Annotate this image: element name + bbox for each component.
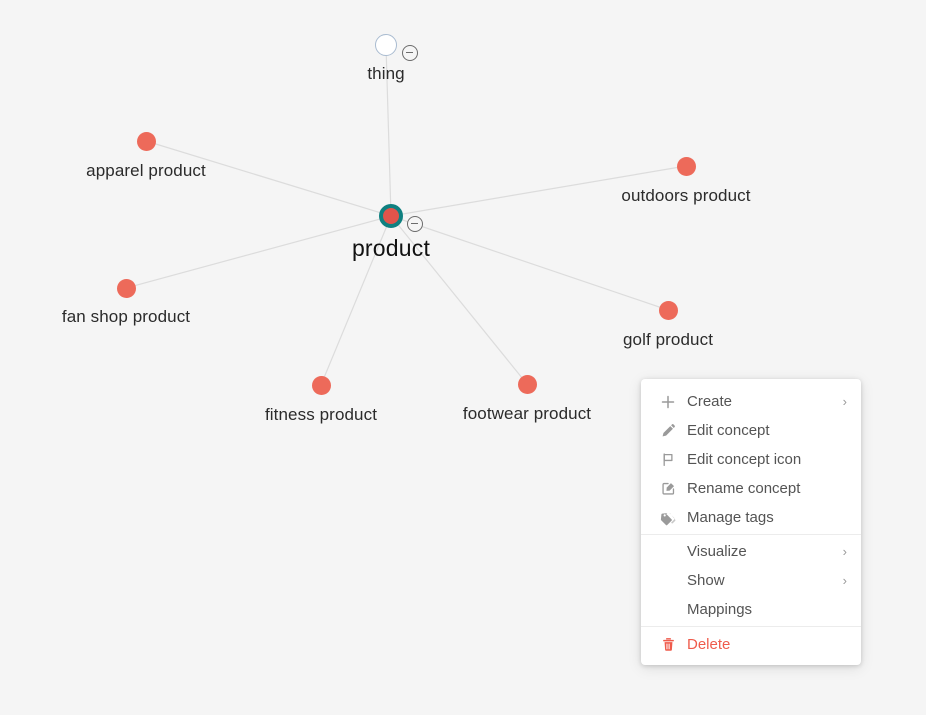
graph-node-apparel[interactable] bbox=[136, 131, 156, 151]
menu-item-label: Visualize bbox=[687, 543, 747, 560]
graph-edge bbox=[390, 165, 687, 217]
menu-item-label: Create bbox=[687, 393, 733, 410]
graph-edge bbox=[125, 215, 392, 289]
flag-icon bbox=[659, 451, 677, 469]
rename-icon bbox=[659, 480, 677, 498]
menu-item-label: Rename concept bbox=[687, 480, 801, 497]
menu-item-mappings[interactable]: Mappings bbox=[641, 595, 861, 624]
menu-item-edit-concept-icon[interactable]: Edit concept icon bbox=[641, 445, 861, 474]
graph-edge bbox=[320, 215, 392, 386]
menu-item-create[interactable]: Create › bbox=[641, 387, 861, 416]
pencil-icon bbox=[659, 422, 677, 440]
graph-node-product[interactable] bbox=[379, 204, 403, 228]
menu-item-edit-concept[interactable]: Edit concept bbox=[641, 416, 861, 445]
menu-item-manage-tags[interactable]: Manage tags bbox=[641, 503, 861, 532]
graph-node-thing[interactable] bbox=[375, 34, 397, 56]
graph-edge bbox=[390, 215, 528, 385]
graph-node-golf[interactable] bbox=[658, 300, 678, 320]
collapse-toggle-thing[interactable] bbox=[402, 45, 418, 61]
menu-group: Visualize › Show › Mappings bbox=[641, 534, 861, 626]
menu-item-rename-concept[interactable]: Rename concept bbox=[641, 474, 861, 503]
menu-item-delete[interactable]: Delete bbox=[641, 630, 861, 659]
graph-edge bbox=[145, 140, 392, 217]
menu-item-label: Manage tags bbox=[687, 509, 774, 526]
menu-group: Delete bbox=[641, 626, 861, 665]
tag-icon bbox=[659, 509, 677, 527]
trash-icon bbox=[659, 636, 677, 654]
menu-group: Create › Edit concept Edit concept icon Rena… bbox=[641, 385, 861, 534]
chevron-right-icon: › bbox=[842, 573, 847, 588]
context-menu[interactable]: Create › Edit concept Edit concept icon Rena… bbox=[641, 379, 861, 665]
graph-node-fitness[interactable] bbox=[311, 375, 331, 395]
graph-edge bbox=[390, 215, 669, 311]
menu-item-label: Delete bbox=[687, 636, 731, 653]
menu-item-label: Edit concept icon bbox=[687, 451, 802, 468]
graph-edge bbox=[385, 44, 392, 217]
menu-item-label: Edit concept bbox=[687, 422, 770, 439]
menu-item-show[interactable]: Show › bbox=[641, 566, 861, 595]
plus-icon bbox=[659, 393, 677, 411]
chevron-right-icon: › bbox=[842, 544, 847, 559]
menu-item-label: Mappings bbox=[687, 601, 753, 618]
menu-item-label: Show bbox=[687, 572, 725, 589]
graph-node-footwear[interactable] bbox=[517, 374, 537, 394]
chevron-right-icon: › bbox=[842, 394, 847, 409]
menu-item-visualize[interactable]: Visualize › bbox=[641, 537, 861, 566]
collapse-toggle-product[interactable] bbox=[407, 216, 423, 232]
graph-node-fanshop[interactable] bbox=[116, 278, 136, 298]
graph-node-outdoors[interactable] bbox=[676, 156, 696, 176]
